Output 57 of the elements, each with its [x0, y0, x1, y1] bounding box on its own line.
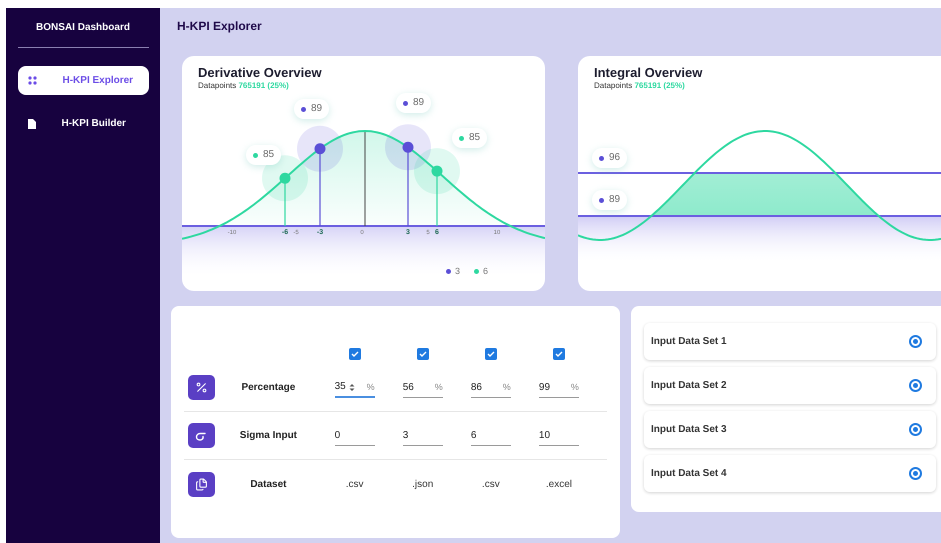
percent-icon: [188, 375, 215, 400]
callout-value: 89: [609, 195, 620, 205]
callout-value: 89: [311, 104, 322, 114]
card-title: Derivative Overview: [198, 64, 322, 81]
files-icon: [188, 472, 215, 496]
callout-value: 85: [263, 150, 274, 160]
unit-label: %: [434, 382, 443, 392]
radio-button[interactable]: [909, 467, 922, 480]
callout-value: 96: [609, 153, 620, 163]
file-icon: [28, 118, 36, 128]
checkbox[interactable]: [484, 348, 497, 360]
file-format: .csv: [344, 478, 364, 492]
row-label: Sigma Input: [238, 429, 298, 443]
row-label: Percentage: [240, 381, 296, 395]
radio-button[interactable]: [909, 379, 922, 392]
number-field[interactable]: 6: [470, 426, 511, 446]
checkbox[interactable]: [552, 348, 565, 360]
callout-value: 85: [469, 133, 480, 143]
check-icon: [418, 351, 427, 357]
legend-label: 6: [483, 267, 488, 276]
checkbox[interactable]: [348, 348, 361, 360]
card-title: Integral Overview: [594, 64, 702, 81]
dataset-option[interactable]: Input Data Set 2: [644, 367, 936, 404]
file-format: .json: [411, 478, 434, 492]
legend-label: 3: [455, 267, 460, 276]
app-title: BONSAI Dashboard: [36, 21, 130, 35]
checkbox[interactable]: [416, 348, 429, 360]
row-label: Dataset: [249, 478, 288, 492]
dataset-label: Input Data Set 2: [651, 379, 727, 393]
check-icon: [350, 351, 359, 357]
dataset-option[interactable]: Input Data Set 3: [644, 411, 936, 448]
page-title: H-KPI Explorer: [177, 19, 263, 34]
number-field[interactable]: 0: [334, 426, 375, 446]
unit-label: %: [570, 382, 579, 392]
radio-button[interactable]: [909, 335, 922, 348]
unit-label: %: [502, 382, 511, 392]
dataset-option[interactable]: Input Data Set 4: [644, 455, 936, 492]
spinner-icon[interactable]: [348, 382, 355, 392]
datapoints-text: Datapoints 765191 (25%): [198, 81, 290, 91]
dataset-label: Input Data Set 3: [651, 423, 727, 437]
dataset-label: Input Data Set 1: [651, 335, 727, 349]
grid-icon: [28, 76, 36, 85]
file-format: .csv: [480, 478, 501, 492]
unit-label: %: [366, 382, 375, 392]
check-icon: [554, 351, 563, 357]
nav-item[interactable]: H-KPI Builder: [18, 109, 148, 138]
dataset-label: Input Data Set 4: [651, 467, 727, 481]
file-format: .excel: [544, 478, 573, 492]
check-icon: [486, 351, 495, 357]
datapoints-text: Datapoints 765191 (25%): [594, 81, 686, 91]
callout-value: 89: [413, 98, 424, 108]
dataset-option[interactable]: Input Data Set 1: [644, 323, 936, 360]
number-field[interactable]: 10: [538, 426, 579, 446]
swirl-icon: [188, 423, 215, 448]
number-field[interactable]: 3: [402, 426, 443, 446]
radio-button[interactable]: [909, 423, 922, 436]
nav-item[interactable]: H-KPI Explorer: [18, 66, 148, 95]
